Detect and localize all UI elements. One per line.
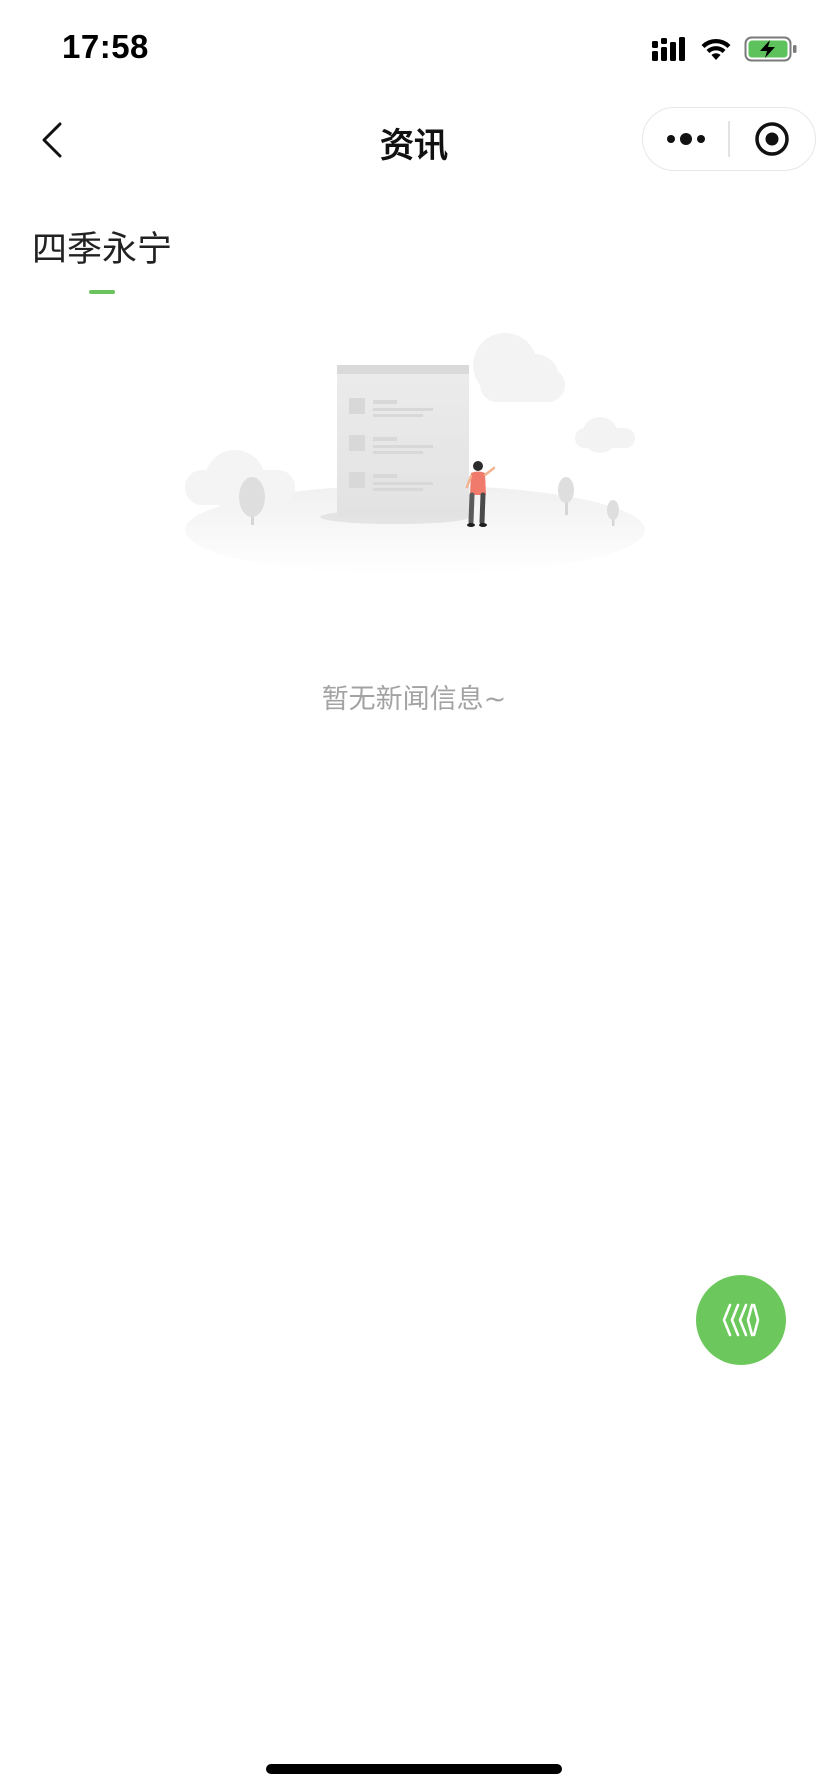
battery-charging-icon bbox=[744, 36, 797, 62]
status-icons bbox=[652, 32, 798, 66]
empty-state-message: 暂无新闻信息~ bbox=[321, 684, 507, 715]
more-dots-icon bbox=[666, 133, 705, 145]
target-close-icon bbox=[755, 122, 790, 156]
cellular-signal-icon bbox=[652, 37, 685, 61]
status-time: 17:58 bbox=[62, 28, 149, 65]
close-button[interactable] bbox=[730, 108, 815, 170]
more-button[interactable] bbox=[643, 108, 728, 170]
status-bar: 17:58 bbox=[0, 0, 828, 100]
tab-active-indicator bbox=[89, 290, 115, 294]
floating-action-button[interactable] bbox=[696, 1275, 786, 1365]
navigation-bar: 资讯 bbox=[0, 100, 828, 180]
tab-label: 四季永宁 bbox=[32, 230, 173, 270]
tab-bar: 四季永宁 bbox=[0, 228, 828, 298]
wifi-icon bbox=[701, 38, 731, 60]
home-indicator bbox=[266, 1764, 562, 1774]
empty-news-illustration bbox=[185, 333, 645, 575]
chevron-stripes-icon bbox=[722, 1303, 760, 1337]
mini-program-screen: 17:58 资讯 四季永宁 暂无新闻信息~ bbox=[0, 0, 828, 1792]
tab-sijiyongning[interactable]: 四季永宁 bbox=[32, 228, 172, 294]
menu-capsule bbox=[642, 107, 816, 171]
